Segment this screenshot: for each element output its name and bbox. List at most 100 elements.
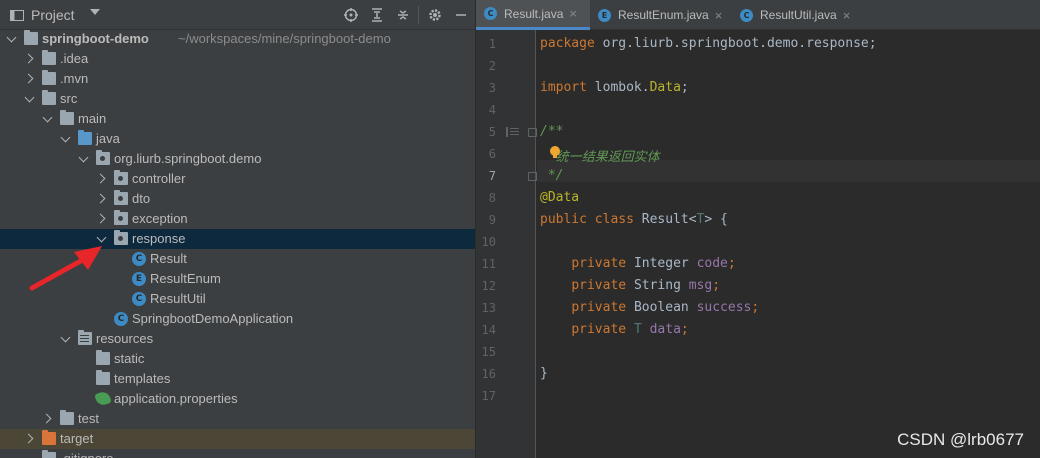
tab-label: ResultEnum.java	[618, 8, 709, 22]
project-view-icon[interactable]	[8, 6, 26, 24]
tree-row-org-liurb-springboot-demo[interactable]: org.liurb.springboot.demo	[0, 149, 475, 169]
tree-row-src[interactable]: src	[0, 89, 475, 109]
code-line[interactable]: private Integer code;	[540, 256, 736, 278]
code-area[interactable]: package org.liurb.springboot.demo.respon…	[540, 30, 1040, 458]
close-icon[interactable]: ×	[569, 6, 577, 21]
tree-row-target[interactable]: target	[0, 429, 475, 449]
line-number: 9	[488, 213, 496, 227]
crosshair-icon[interactable]	[342, 6, 360, 24]
folder-icon	[42, 50, 56, 65]
project-path: ~/workspaces/mine/springboot-demo	[178, 31, 391, 46]
tree-row-controller[interactable]: controller	[0, 169, 475, 189]
tab-result-java[interactable]: C Result.java ×	[476, 0, 590, 30]
chevron-down-icon[interactable]	[26, 94, 35, 103]
line-number: 14	[481, 323, 496, 337]
chevron-down-icon[interactable]	[44, 114, 53, 123]
folder-icon	[42, 70, 56, 85]
chevron-down-icon[interactable]	[90, 9, 100, 15]
code-line[interactable]: /**	[540, 124, 563, 146]
tree-row-application-properties[interactable]: application.properties	[0, 389, 475, 409]
project-panel: Project springboot-demo ~/workspaces/mine…	[0, 0, 475, 458]
tree-item-label: test	[78, 411, 99, 426]
chevron-right-icon[interactable]	[43, 414, 52, 423]
folder-icon	[60, 110, 74, 125]
tree-row-springboot-demo[interactable]: springboot-demo ~/workspaces/mine/springb…	[0, 29, 475, 49]
tree-row-idea[interactable]: .idea	[0, 49, 475, 69]
gear-icon[interactable]	[426, 6, 444, 24]
code-token: ;	[727, 256, 736, 271]
spring-app-icon: C	[114, 312, 128, 326]
code-line[interactable]: }	[540, 366, 548, 388]
line-number: 12	[481, 279, 496, 293]
class-icon: C	[132, 252, 146, 266]
code-token: success	[696, 300, 752, 315]
package-icon	[114, 210, 128, 225]
tree-row-dto[interactable]: dto	[0, 189, 475, 209]
code-token: ;	[751, 300, 760, 315]
chevron-right-icon[interactable]	[97, 194, 106, 203]
tab-resultenum-java[interactable]: E ResultEnum.java ×	[590, 0, 732, 30]
line-number: 8	[488, 191, 496, 205]
line-number: 17	[481, 389, 496, 403]
source-folder-icon	[78, 130, 92, 145]
code-token: private	[571, 278, 634, 293]
code-token: /**	[540, 124, 564, 139]
file-icon	[42, 450, 56, 458]
tree-row-java[interactable]: java	[0, 129, 475, 149]
tree-row-exception[interactable]: exception	[0, 209, 475, 229]
chevron-down-icon[interactable]	[62, 334, 71, 343]
doc-render-icon[interactable]	[506, 127, 519, 137]
lightbulb-icon[interactable]	[550, 146, 560, 159]
close-icon[interactable]: ×	[715, 8, 723, 23]
close-icon[interactable]: ×	[843, 8, 851, 23]
chevron-down-icon[interactable]	[8, 34, 17, 43]
code-line[interactable]: private String msg;	[540, 278, 720, 300]
tree-row-resultutil[interactable]: C ResultUtil	[0, 289, 475, 309]
chevron-right-icon[interactable]	[25, 54, 34, 63]
tree-item-label: target	[60, 431, 94, 446]
code-line[interactable]: private T data;	[540, 322, 688, 344]
chevron-down-icon[interactable]	[80, 154, 89, 163]
tree-row-templates[interactable]: templates	[0, 369, 475, 389]
tree-row-mvn[interactable]: .mvn	[0, 69, 475, 89]
code-token: data	[649, 322, 681, 337]
module-folder-icon	[24, 30, 38, 45]
code-line[interactable]: */	[540, 168, 564, 190]
chevron-right-icon[interactable]	[25, 74, 34, 83]
line-number: 4	[488, 103, 496, 117]
tree-row-springbootdemoapplication[interactable]: C SpringbootDemoApplication	[0, 309, 475, 329]
tree-row-resources[interactable]: resources	[0, 329, 475, 349]
code-line[interactable]: @Data	[540, 190, 579, 212]
code-line[interactable]: import lombok.Data;	[540, 80, 689, 102]
chevron-right-icon[interactable]	[97, 174, 106, 183]
fold-marker-icon[interactable]	[528, 172, 537, 181]
chevron-right-icon[interactable]	[25, 434, 34, 443]
tree-row-static[interactable]: static	[0, 349, 475, 369]
code-token: package	[540, 36, 603, 51]
tree-item-label: controller	[132, 171, 186, 186]
tree-item-label: exception	[132, 211, 188, 226]
line-number: 7	[488, 169, 496, 183]
fold-marker-icon[interactable]	[528, 128, 537, 137]
code-token: import	[540, 80, 595, 95]
folder-icon	[60, 410, 74, 425]
tab-resultutil-java[interactable]: C ResultUtil.java ×	[732, 0, 860, 30]
line-number: 10	[481, 235, 496, 249]
class-icon: C	[740, 8, 753, 22]
code-line[interactable]: private Boolean success;	[540, 300, 759, 322]
code-line[interactable]: package org.liurb.springboot.demo.respon…	[540, 36, 877, 58]
chevron-down-icon[interactable]	[98, 234, 107, 243]
minimize-icon[interactable]	[452, 6, 470, 24]
tree-row-gitignore[interactable]: .gitignore	[0, 449, 475, 458]
code-line[interactable]: public class Result<T> {	[540, 212, 728, 234]
expand-all-icon[interactable]	[394, 6, 412, 24]
code-token: ;	[680, 80, 689, 95]
chevron-right-icon[interactable]	[97, 214, 106, 223]
collapse-all-icon[interactable]	[368, 6, 386, 24]
chevron-down-icon[interactable]	[62, 134, 71, 143]
tree-item-label: Result	[150, 251, 187, 266]
tree-item-label: ResultUtil	[150, 291, 206, 306]
tree-row-main[interactable]: main	[0, 109, 475, 129]
project-view-title[interactable]: Project	[31, 7, 75, 23]
tree-row-test[interactable]: test	[0, 409, 475, 429]
